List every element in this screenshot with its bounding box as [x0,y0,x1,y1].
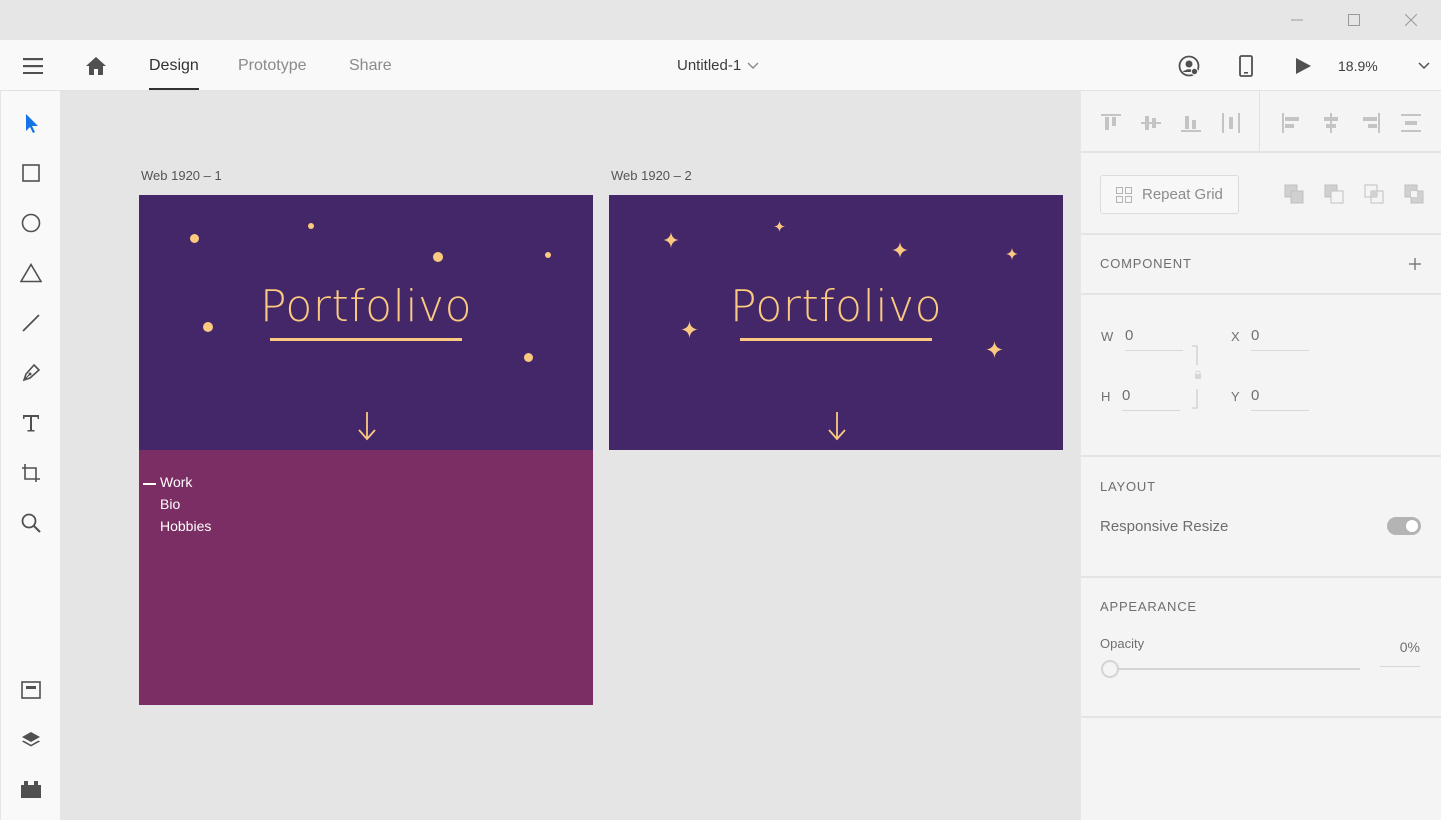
artboard-1-menu-section[interactable]: Work Bio Hobbies [139,450,593,705]
select-tool-icon[interactable] [16,108,46,138]
portfolio-title: Portfolivo [259,281,473,332]
add-component-icon[interactable] [1408,257,1422,271]
opacity-slider-track[interactable] [1117,668,1360,670]
sparkle-icon [774,221,785,232]
tool-bar [1,91,61,820]
transform-section: W 0 H 0 X 0 Y 0 [1081,295,1441,457]
repeat-grid-icon [1116,186,1132,203]
align-bottom-icon[interactable] [1179,111,1203,135]
opacity-label: Opacity [1100,636,1145,651]
line-tool-icon[interactable] [16,308,46,338]
lock-aspect-icon[interactable] [1191,345,1207,409]
property-inspector: Repeat Grid COMPONENT W 0 H 0 X 0 Y 0 LA… [1080,91,1441,820]
star-dot [524,353,533,362]
star-dot [308,223,314,229]
align-top-icon[interactable] [1099,111,1123,135]
sparkle-icon [892,242,908,258]
zoom-select[interactable]: 18.9% [1338,40,1430,91]
layout-heading: LAYOUT [1100,479,1156,494]
width-field[interactable]: 0 [1125,325,1183,351]
appearance-heading: APPEARANCE [1100,599,1197,614]
repeat-grid-label: Repeat Grid [1142,186,1223,203]
portfolio-title: Portfolivo [729,281,943,332]
alignment-toolbar [1081,91,1441,153]
zoom-tool-icon[interactable] [16,508,46,538]
divider [1259,91,1260,151]
layout-section: LAYOUT Responsive Resize [1081,457,1441,578]
sparkle-icon [986,341,1003,358]
artboard-label-2[interactable]: Web 1920 – 2 [611,168,692,183]
plugins-icon[interactable] [16,774,46,804]
width-label: W [1101,329,1114,344]
play-icon[interactable] [1289,52,1317,80]
sparkle-icon [1006,248,1018,260]
star-dot [545,252,551,258]
artboard-2-hero[interactable]: Portfolivo [609,195,1063,450]
zoom-value: 18.9% [1338,57,1378,74]
app-header: Design Prototype Share Untitled-1 18.9% [0,40,1441,91]
tab-prototype[interactable]: Prototype [238,40,306,91]
pen-tool-icon[interactable] [16,358,46,388]
star-dot [190,234,199,243]
align-right-icon[interactable] [1359,111,1383,135]
boolean-subtract-icon[interactable] [1322,182,1346,206]
window-titlebar [0,0,1441,40]
tab-share[interactable]: Share [349,40,392,91]
repeat-grid-button[interactable]: Repeat Grid [1100,175,1239,214]
y-field[interactable]: 0 [1251,385,1309,411]
distribute-horizontal-icon[interactable] [1219,111,1243,135]
nav-active-indicator [143,483,156,485]
height-label: H [1101,389,1111,404]
canvas[interactable]: Web 1920 – 1 Web 1920 – 2 Portfolivo Wor… [62,91,1080,820]
arrow-down-icon [828,412,846,441]
artboard-label-1[interactable]: Web 1920 – 1 [141,168,222,183]
x-field[interactable]: 0 [1251,325,1309,351]
nav-item-bio[interactable]: Bio [160,496,180,512]
align-center-icon[interactable] [1319,111,1343,135]
chevron-down-icon [747,62,759,69]
rectangle-tool-icon[interactable] [16,158,46,188]
boolean-add-icon[interactable] [1282,182,1306,206]
distribute-vertical-icon[interactable] [1399,111,1423,135]
tab-design[interactable]: Design [149,40,199,91]
star-dot [433,252,443,262]
document-title[interactable]: Untitled-1 [677,40,759,91]
artboard-1-hero[interactable]: Portfolivo [139,195,593,450]
text-tool-icon[interactable] [16,408,46,438]
maximize-icon[interactable] [1331,0,1377,40]
boolean-exclude-icon[interactable] [1402,182,1426,206]
close-icon[interactable] [1388,0,1434,40]
responsive-resize-label: Responsive Resize [1100,518,1229,535]
polygon-tool-icon[interactable] [16,258,46,288]
x-label: X [1231,329,1240,344]
assets-icon[interactable] [16,675,46,705]
y-label: Y [1231,389,1240,404]
hamburger-menu-icon[interactable] [19,52,47,80]
height-field[interactable]: 0 [1122,385,1180,411]
artboard-tool-icon[interactable] [16,458,46,488]
opacity-slider-thumb[interactable] [1101,660,1119,678]
appearance-section: APPEARANCE Opacity 0% [1081,578,1441,718]
minimize-icon[interactable] [1274,0,1320,40]
ellipse-tool-icon[interactable] [16,208,46,238]
align-left-icon[interactable] [1279,111,1303,135]
title-underline [270,338,462,341]
arrow-down-icon [358,412,376,441]
home-icon[interactable] [82,52,110,80]
chevron-down-icon [1418,61,1430,69]
nav-item-work[interactable]: Work [160,474,192,490]
device-preview-icon[interactable] [1232,52,1260,80]
align-middle-icon[interactable] [1139,111,1163,135]
boolean-intersect-icon[interactable] [1362,182,1386,206]
document-title-text: Untitled-1 [677,56,742,74]
title-underline [740,338,932,341]
component-section: COMPONENT [1081,235,1441,295]
responsive-resize-toggle[interactable] [1387,517,1421,535]
account-icon[interactable] [1175,52,1203,80]
nav-item-hobbies[interactable]: Hobbies [160,518,211,534]
component-heading: COMPONENT [1100,256,1192,271]
opacity-field[interactable]: 0% [1380,639,1420,667]
layers-icon[interactable] [16,724,46,754]
sparkle-icon [663,232,679,248]
